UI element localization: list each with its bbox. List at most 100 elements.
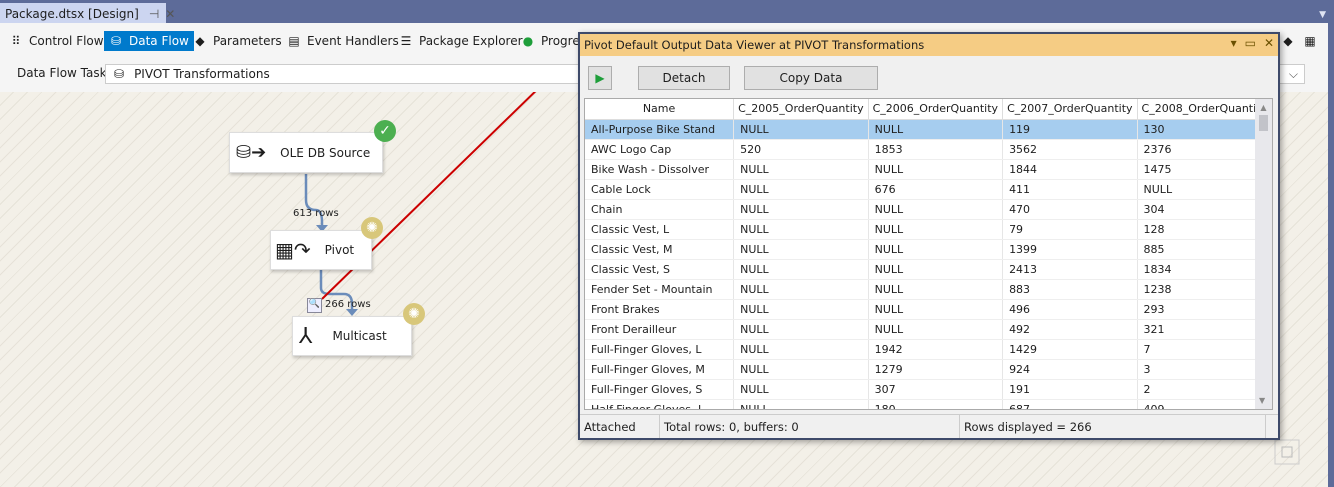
column-header[interactable]: C_2008_OrderQuantity	[1137, 99, 1272, 120]
node-ole-db-source[interactable]: ⛁➔ OLE DB Source	[229, 132, 383, 173]
scroll-down-icon[interactable]: ▼	[1259, 396, 1265, 405]
close-icon[interactable]: ✕	[165, 7, 175, 21]
column-header[interactable]: C_2007_OrderQuantity	[1002, 99, 1138, 120]
table-cell: Full-Finger Gloves, L	[585, 339, 735, 360]
rows-displayed-status: Rows displayed = 266	[960, 415, 1266, 438]
tab-label: Control Flow	[29, 34, 104, 48]
close-icon[interactable]: ✕	[1264, 36, 1274, 50]
table-row[interactable]: AWC Logo Cap 520 1853 3562 2376	[585, 139, 1272, 160]
table-row[interactable]: Front Derailleur NULL NULL 492 321	[585, 319, 1272, 340]
data-flow-task-value: PIVOT Transformations	[134, 67, 270, 81]
tab-data-flow[interactable]: ⛁ Data Flow	[104, 31, 194, 51]
table-cell: 687	[1002, 399, 1138, 409]
table-row[interactable]: Classic Vest, M NULL NULL 1399 885	[585, 239, 1272, 260]
dropdown-icon[interactable]: ▾	[1231, 36, 1237, 50]
table-cell: Full-Finger Gloves, S	[585, 379, 735, 400]
total-rows-status: Total rows: 0, buffers: 0	[660, 415, 960, 438]
table-row[interactable]: Fender Set - Mountain NULL NULL 883 1238	[585, 279, 1272, 300]
table-cell: Half-Finger Gloves, L	[585, 399, 735, 409]
package-explorer-icon: ☰	[400, 34, 412, 48]
table-cell: NULL	[868, 279, 1004, 300]
scroll-thumb[interactable]	[1259, 115, 1268, 131]
tab-event-handlers[interactable]: ▤ Event Handlers	[282, 31, 404, 51]
toolbar-icon-b[interactable]: ▦	[1298, 31, 1322, 51]
document-tab[interactable]: Package.dtsx [Design] ⊣ ✕	[0, 3, 175, 23]
node-label: Pivot	[324, 243, 355, 257]
table-cell: 1279	[868, 359, 1004, 380]
table-row[interactable]: Chain NULL NULL 470 304	[585, 199, 1272, 220]
table-row[interactable]: Classic Vest, S NULL NULL 2413 1834	[585, 259, 1272, 280]
tab-package-explorer[interactable]: ☰ Package Explorer	[394, 31, 528, 51]
table-cell: Classic Vest, M	[585, 239, 735, 260]
pin-icon[interactable]: ⊣	[149, 7, 159, 21]
detach-button[interactable]: Detach	[638, 66, 730, 90]
scroll-up-icon[interactable]: ▲	[1255, 103, 1272, 112]
table-cell: NULL	[733, 219, 869, 240]
table-cell: AWC Logo Cap	[585, 139, 735, 160]
table-row[interactable]: Full-Finger Gloves, M NULL 1279 924 3	[585, 359, 1272, 380]
table-cell: 409	[1137, 399, 1272, 409]
node-multicast[interactable]: ⅄ Multicast	[292, 316, 412, 356]
table-cell: 885	[1137, 239, 1272, 260]
node-pivot[interactable]: ▦↷ Pivot	[270, 230, 372, 270]
data-flow-task-label: Data Flow Task:	[17, 66, 111, 80]
success-check-icon: ✓	[374, 120, 396, 142]
table-cell: 79	[1002, 219, 1138, 240]
vertical-scrollbar[interactable]: ▲ ▼	[1255, 99, 1272, 409]
copy-data-button[interactable]: Copy Data	[744, 66, 878, 90]
running-icon: ✺	[403, 303, 425, 325]
column-header[interactable]: C_2006_OrderQuantity	[868, 99, 1004, 120]
table-cell: NULL	[733, 379, 869, 400]
running-icon: ✺	[361, 217, 383, 239]
table-cell: 7	[1137, 339, 1272, 360]
table-cell: 1834	[1137, 259, 1272, 280]
table-row[interactable]: Bike Wash - Dissolver NULL NULL 1844 1475	[585, 159, 1272, 180]
table-row[interactable]: Full-Finger Gloves, S NULL 307 191 2	[585, 379, 1272, 400]
table-cell: 1429	[1002, 339, 1138, 360]
table-row[interactable]: Front Brakes NULL NULL 496 293	[585, 299, 1272, 320]
table-cell: NULL	[733, 159, 869, 180]
play-button[interactable]: ▶	[588, 66, 612, 90]
column-header[interactable]: C_2005_OrderQuantity	[733, 99, 869, 120]
database-icon: ⛁➔	[236, 142, 267, 163]
table-row[interactable]: Cable Lock NULL 676 411 NULL	[585, 179, 1272, 200]
table-cell: NULL	[733, 319, 869, 340]
task-icon: ⛁	[114, 67, 125, 81]
path-source-pivot	[304, 174, 324, 228]
table-cell: NULL	[733, 259, 869, 280]
table-cell: 1942	[868, 339, 1004, 360]
maximize-icon[interactable]: ▭	[1245, 36, 1256, 50]
table-cell: NULL	[1137, 179, 1272, 200]
table-cell: 496	[1002, 299, 1138, 320]
viewer-title: Pivot Default Output Data Viewer at PIVO…	[584, 38, 925, 52]
data-grid[interactable]: Name C_2005_OrderQuantity C_2006_OrderQuan…	[584, 98, 1273, 410]
node-label: Multicast	[332, 329, 387, 343]
chevron-down-icon[interactable]: ⌵	[1289, 67, 1298, 82]
variables-icon: ◆	[1283, 34, 1293, 48]
path-row-count: 266 rows	[325, 299, 371, 310]
arrow-head	[346, 309, 358, 316]
table-cell: 128	[1137, 219, 1272, 240]
data-viewer-icon[interactable]: 🔍	[307, 298, 322, 313]
viewer-title-bar[interactable]: Pivot Default Output Data Viewer at PIVO…	[580, 34, 1278, 56]
table-row[interactable]: Full-Finger Gloves, L NULL 1942 1429 7	[585, 339, 1272, 360]
table-row[interactable]: Classic Vest, L NULL NULL 79 128	[585, 219, 1272, 240]
table-cell: 307	[868, 379, 1004, 400]
attach-status: Attached	[580, 415, 660, 438]
multicast-icon: ⅄	[299, 323, 313, 349]
table-cell: NULL	[733, 399, 869, 409]
event-handlers-icon: ▤	[288, 34, 300, 48]
tab-control-flow[interactable]: ⠿ Control Flow	[4, 31, 109, 51]
table-cell: 3562	[1002, 139, 1138, 160]
grid-icon: ▦	[1304, 34, 1316, 48]
table-cell: 130	[1137, 119, 1272, 140]
tab-dropdown-icon[interactable]: ▼	[1319, 10, 1326, 20]
table-row[interactable]: Half-Finger Gloves, L NULL 180 687 409	[585, 399, 1272, 409]
column-header[interactable]: Name	[585, 99, 735, 120]
tab-parameters[interactable]: ◆ Parameters	[188, 31, 287, 51]
tab-label: Package Explorer	[419, 34, 523, 48]
table-row[interactable]: All-Purpose Bike Stand NULL NULL 119 130	[585, 119, 1272, 140]
table-cell: 191	[1002, 379, 1138, 400]
viewer-status-bar: Attached Total rows: 0, buffers: 0 Rows …	[580, 414, 1278, 438]
table-cell: NULL	[868, 219, 1004, 240]
